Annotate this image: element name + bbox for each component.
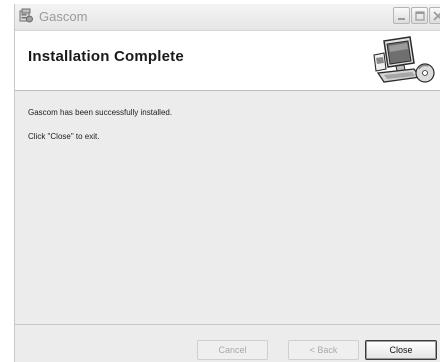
installer-icon <box>18 8 34 24</box>
close-button[interactable]: Close <box>365 340 437 360</box>
back-button[interactable]: < Back <box>288 340 359 360</box>
minimize-icon[interactable] <box>393 7 410 24</box>
header-banner: Installation Complete <box>15 30 440 91</box>
maximize-icon[interactable] <box>411 7 428 24</box>
button-bar: Cancel < Back Close <box>15 324 440 362</box>
cancel-button[interactable]: Cancel <box>197 340 268 360</box>
close-icon[interactable] <box>429 7 440 24</box>
success-message: Gascom has been successfully installed. <box>28 108 173 117</box>
window-title: Gascom <box>39 9 88 24</box>
computer-setup-icon <box>370 33 436 89</box>
title-bar[interactable]: Gascom <box>15 4 440 30</box>
installer-window: Gascom Installation Complete Gascom has … <box>14 4 440 362</box>
exit-instruction: Click "Close" to exit. <box>28 132 100 141</box>
page-title: Installation Complete <box>28 48 184 65</box>
